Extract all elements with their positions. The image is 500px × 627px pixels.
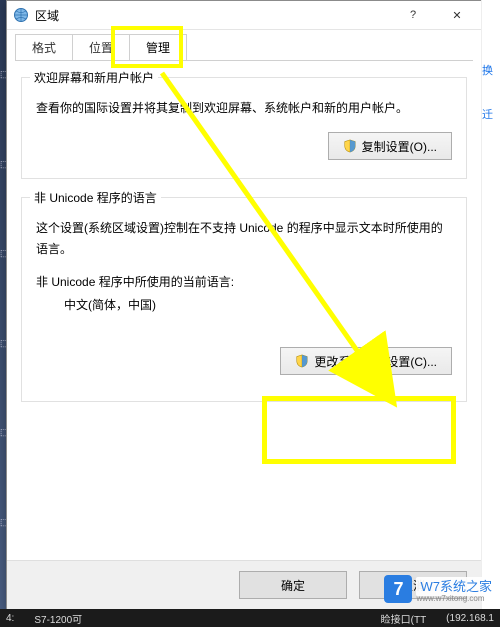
shield-icon	[343, 139, 357, 153]
taskbar[interactable]: 4: S7-1200可 睑接口(TT (192.168.1	[0, 609, 500, 627]
current-locale-label: 非 Unicode 程序中所使用的当前语言:	[36, 273, 452, 290]
tab-format[interactable]: 格式	[15, 34, 73, 60]
copy-settings-label: 复制设置(O)...	[362, 138, 437, 155]
tab-admin[interactable]: 管理	[129, 34, 187, 60]
tab-strip: 格式 位置 管理	[7, 30, 481, 60]
region-dialog: 区域 ? ✕ 格式 位置 管理 欢迎屏幕和新用户帐户 查看你的国际设置并将其复制…	[6, 0, 482, 610]
watermark-url: www.w7xitong.com	[416, 595, 496, 603]
titlebar: 区域 ? ✕	[7, 1, 481, 30]
current-locale-value: 中文(简体，中国)	[36, 296, 452, 313]
right-link-a[interactable]: 换	[482, 62, 500, 78]
watermark-text: W7系统之家	[416, 577, 496, 596]
change-locale-button[interactable]: 更改系统区域设置(C)...	[280, 347, 452, 375]
taskbar-text: S7-1200可	[34, 611, 82, 626]
tab-location[interactable]: 位置	[72, 34, 130, 60]
group-nonunicode-desc: 这个设置(系统区域设置)控制在不支持 Unicode 的程序中显示文本时所使用的…	[36, 218, 452, 259]
globe-icon	[13, 7, 29, 23]
window-title: 区域	[35, 7, 59, 24]
shield-icon	[295, 354, 309, 368]
ok-button[interactable]: 确定	[239, 571, 347, 599]
tab-content: 欢迎屏幕和新用户帐户 查看你的国际设置并将其复制到欢迎屏幕、系统帐户和新的用户帐…	[7, 61, 481, 560]
taskbar-text: 睑接口(TT	[381, 611, 427, 626]
close-button[interactable]: ✕	[435, 1, 479, 29]
watermark: 7 W7系统之家 www.w7xitong.com	[384, 575, 496, 603]
right-cropped-panel: 换 迁	[481, 0, 500, 627]
group-nonunicode: 非 Unicode 程序的语言 这个设置(系统区域设置)控制在不支持 Unico…	[21, 197, 467, 402]
group-welcome-desc: 查看你的国际设置并将其复制到欢迎屏幕、系统帐户和新的用户帐户。	[36, 98, 452, 118]
change-locale-label: 更改系统区域设置(C)...	[314, 353, 437, 370]
taskbar-text: 4:	[6, 613, 14, 624]
desktop-background: ⬚⬚⬚⬚⬚⬚ 区域 ? ✕ 格式 位置 管理 欢迎屏幕和新用户帐户	[0, 0, 500, 627]
watermark-badge: 7	[384, 575, 412, 603]
highlight-change-locale	[262, 396, 456, 464]
taskbar-text: (192.168.1	[446, 613, 494, 624]
group-welcome-title: 欢迎屏幕和新用户帐户	[30, 69, 158, 86]
copy-settings-button[interactable]: 复制设置(O)...	[328, 132, 452, 160]
right-link-b[interactable]: 迁	[482, 106, 500, 122]
help-button[interactable]: ?	[391, 1, 435, 29]
group-nonunicode-title: 非 Unicode 程序的语言	[30, 189, 161, 206]
group-welcome: 欢迎屏幕和新用户帐户 查看你的国际设置并将其复制到欢迎屏幕、系统帐户和新的用户帐…	[21, 77, 467, 179]
